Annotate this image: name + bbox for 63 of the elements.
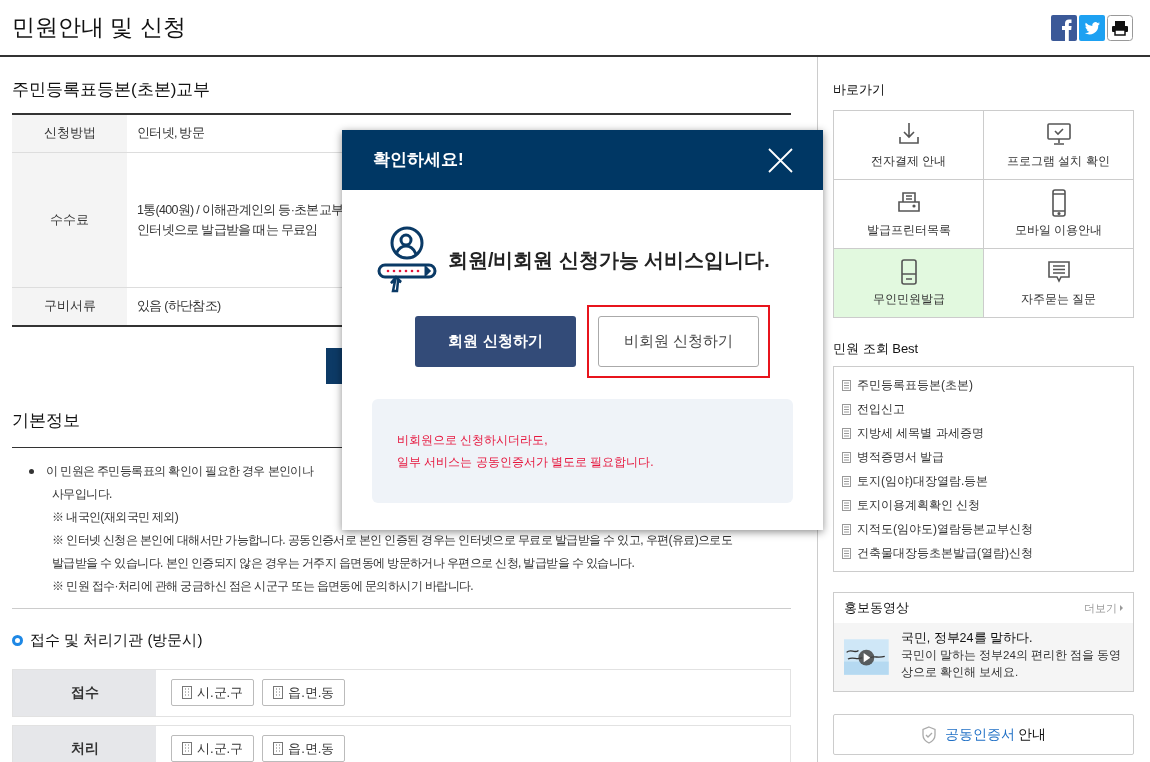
- document-icon: [842, 523, 851, 535]
- office-button[interactable]: 시.군.구: [171, 735, 255, 762]
- table-cell-text: 1통(400원) / 이해관계인의 등·초본교부 인터넷으로 발급받을 때는 무료임: [137, 201, 344, 239]
- guest-apply-button[interactable]: 비회원 신청하기: [598, 316, 759, 367]
- section-title: 주민등록표등본(초본)교부: [12, 79, 212, 101]
- table-header-cell: 접수: [13, 669, 156, 716]
- best-item[interactable]: 지방세 세목별 과세증명: [842, 421, 1125, 445]
- document-icon: [842, 547, 851, 559]
- best-item[interactable]: 병적증명서 발급: [842, 445, 1125, 469]
- document-icon: [842, 427, 851, 439]
- info-text: ※ 인터넷 신청은 본인에 대해서만 가능합니다. 공동인증서로 본인 인증된 경우는 인터넷으로 무료로 발급받을 수 있고, 우편(유료)으로도: [51, 532, 734, 549]
- info-text: 발급받을 수 있습니다. 본인 인증되지 않은 경우는 거주지 읍면동에 방문하거나 우편으로 신청, 발급받을 수 있습니다.: [51, 555, 636, 572]
- info-text: ※ 민원 접수·처리에 관해 궁금하신 점은 시군구 또는 읍면동에 문의하시기 바랍니다.: [51, 578, 475, 595]
- modal-title: 확인하세요!: [373, 149, 464, 172]
- table-header-cell: 수수료: [12, 152, 127, 287]
- office-button[interactable]: 읍.면.동: [262, 735, 346, 762]
- document-icon: [842, 499, 851, 511]
- building-icon: [273, 686, 284, 699]
- info-text: 사무입니다.: [51, 486, 113, 503]
- table-header-cell: 처리: [13, 725, 156, 762]
- table-header-cell: 신청방법: [12, 114, 127, 152]
- video-section-title: 홍보동영상: [844, 599, 909, 618]
- info-text: 이 민원은 주민등록표의 확인이 필요한 경우 본인이나: [46, 463, 314, 480]
- document-icon: [842, 379, 851, 391]
- best-item[interactable]: 전입신고: [842, 397, 1125, 421]
- office-button[interactable]: 시.군.구: [171, 679, 255, 706]
- building-icon: [182, 742, 192, 755]
- shortcut-item[interactable]: 프로그램 설치 확인: [984, 110, 1134, 180]
- print-icon[interactable]: [1107, 14, 1133, 41]
- office-button[interactable]: 읍.면.동: [262, 679, 346, 706]
- certificate-guide-button[interactable]: 공동인증서 안내: [833, 714, 1134, 755]
- facebook-icon[interactable]: [1051, 14, 1077, 41]
- shield-icon: [920, 725, 937, 744]
- document-icon: [842, 403, 851, 415]
- sidebar-title: 민원 조회 Best: [833, 339, 920, 358]
- subsection-title: 접수 및 처리기관 (방문시): [30, 630, 203, 650]
- shortcut-item[interactable]: 무인민원발급: [834, 248, 984, 318]
- table-cell-text: 인터넷, 방문: [137, 125, 205, 142]
- document-icon: [842, 451, 851, 463]
- modal-message: 회원/비회원 신청가능 서비스입니다.: [448, 248, 770, 274]
- shortcut-item[interactable]: 모바일 이용안내: [984, 179, 1134, 249]
- building-icon: [273, 742, 284, 755]
- page-title: 민원안내 및 신청: [12, 13, 186, 43]
- close-icon[interactable]: [768, 147, 793, 173]
- document-icon: [842, 475, 851, 487]
- best-item[interactable]: 토지이용계획확인 신청: [842, 493, 1125, 517]
- shortcut-item[interactable]: 전자결제 안내: [834, 110, 984, 180]
- info-text: ※ 내국인(재외국민 제외): [51, 509, 180, 526]
- member-apply-button[interactable]: 회원 신청하기: [415, 316, 576, 367]
- shortcut-item[interactable]: 자주묻는 질문: [984, 248, 1134, 318]
- best-item[interactable]: 토지(임야)대장열람.등본: [842, 469, 1125, 493]
- best-item[interactable]: 지적도(임야도)열람등본교부신청: [842, 517, 1125, 541]
- video-headline[interactable]: 국민, 정부24를 말하다.: [900, 630, 1123, 647]
- circle-bullet-icon: [12, 634, 23, 646]
- best-item[interactable]: 건축물대장등초본발급(열람)신청: [842, 541, 1125, 565]
- best-item[interactable]: 주민등록표등본(초본): [842, 373, 1125, 397]
- sidebar-title: 바로가기: [833, 81, 886, 99]
- shortcut-item[interactable]: 발급프린터목록: [834, 179, 984, 249]
- building-icon: [182, 686, 192, 699]
- video-description: 국민이 말하는 정부24의 편리한 점을 동영상으로 확인해 보세요.: [900, 648, 1123, 680]
- caret-icon: [1120, 605, 1123, 611]
- table-cell-text: 있음 (하단참조): [137, 298, 221, 315]
- table-header-cell: 구비서류: [12, 287, 127, 325]
